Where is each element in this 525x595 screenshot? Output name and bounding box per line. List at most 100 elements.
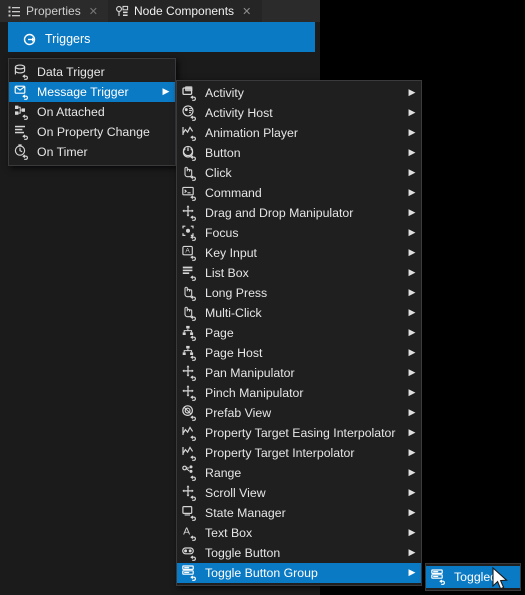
submenu-arrow-icon: ▶	[408, 307, 416, 318]
menu-item-long-press[interactable]: Long Press ▶	[177, 283, 421, 303]
menu-item-activity[interactable]: Activity ▶	[177, 83, 421, 103]
menu-item-on-attached[interactable]: On Attached	[9, 102, 175, 122]
menu-item-label: Pinch Manipulator	[205, 386, 304, 400]
triggers-section-label: Triggers	[45, 32, 91, 46]
close-icon[interactable]: ✕	[89, 6, 98, 17]
menu-item-toggle-button-group[interactable]: Toggle Button Group ▶	[177, 563, 421, 583]
drag-drop-manipulator-icon	[182, 204, 199, 222]
submenu-arrow-icon: ▶	[408, 347, 416, 358]
menu-item-label: Message Trigger	[37, 85, 129, 99]
submenu-arrow-icon: ▶	[408, 207, 416, 218]
submenu-arrow-icon: ▶	[408, 527, 416, 538]
menu-item-click[interactable]: Click ▶	[177, 163, 421, 183]
menu-item-property-target-interpolator[interactable]: Property Target Interpolator ▶	[177, 443, 421, 463]
menu-item-label: Command	[205, 186, 262, 200]
property-target-easing-interpolator-icon	[182, 425, 199, 442]
submenu-arrow-icon: ▶	[408, 487, 416, 498]
tab-properties[interactable]: Properties ✕	[0, 0, 108, 22]
menu-item-state-manager[interactable]: State Manager ▶	[177, 503, 421, 523]
menu-item-label: Long Press	[205, 286, 268, 300]
tab-properties-label: Properties	[26, 4, 81, 18]
submenu-arrow-icon: ▶	[408, 547, 416, 558]
menu-item-text-box[interactable]: A Text Box ▶	[177, 523, 421, 543]
menu-item-label: Text Box	[205, 526, 253, 540]
menu-item-label: Activity Host	[205, 106, 273, 120]
menu-item-range[interactable]: Range ▶	[177, 463, 421, 483]
page-host-icon	[182, 345, 199, 362]
mouse-pointer	[492, 566, 510, 593]
list-icon	[8, 5, 21, 18]
menu-item-label: On Property Change	[37, 125, 150, 139]
page-icon	[182, 325, 199, 342]
activity-icon	[182, 85, 199, 102]
menu-item-animation-player[interactable]: Animation Player ▶	[177, 123, 421, 143]
menu-item-label: Scroll View	[205, 486, 266, 500]
submenu-arrow-icon: ▶	[162, 86, 170, 97]
menu-item-on-timer[interactable]: On Timer	[9, 142, 175, 162]
menu-item-list-box[interactable]: List Box ▶	[177, 263, 421, 283]
focus-icon	[182, 225, 199, 242]
tab-node-components[interactable]: Node Components ✕	[108, 0, 262, 22]
scroll-view-icon	[182, 484, 199, 502]
state-manager-icon	[182, 505, 199, 522]
submenu-arrow-icon: ▶	[408, 107, 416, 118]
submenu-arrow-icon: ▶	[408, 387, 416, 398]
menu-item-on-property-change[interactable]: On Property Change	[9, 122, 175, 142]
submenu-arrow-icon: ▶	[408, 227, 416, 238]
menu-item-page-host[interactable]: Page Host ▶	[177, 343, 421, 363]
menu-item-pinch-manipulator[interactable]: Pinch Manipulator ▶	[177, 383, 421, 403]
menu-item-drag-and-drop-manipulator[interactable]: Drag and Drop Manipulator ▶	[177, 203, 421, 223]
triggers-menu: Data Trigger Message Trigger ▶ On Attache…	[8, 58, 176, 166]
long-press-icon	[182, 285, 199, 302]
submenu-arrow-icon: ▶	[408, 367, 416, 378]
svg-text:A: A	[185, 247, 190, 254]
menu-item-command[interactable]: Command ▶	[177, 183, 421, 203]
menu-item-pan-manipulator[interactable]: Pan Manipulator ▶	[177, 363, 421, 383]
menu-item-label: Key Input	[205, 246, 257, 260]
submenu-arrow-icon: ▶	[408, 567, 416, 578]
menu-item-prefab-view[interactable]: Prefab View ▶	[177, 403, 421, 423]
list-box-icon	[182, 265, 199, 282]
svg-text:A: A	[183, 525, 190, 537]
multi-click-icon	[182, 305, 199, 322]
menu-item-scroll-view[interactable]: Scroll View ▶	[177, 483, 421, 503]
menu-item-focus[interactable]: Focus ▶	[177, 223, 421, 243]
menu-item-toggle-button[interactable]: Toggle Button ▶	[177, 543, 421, 563]
menu-item-message-trigger[interactable]: Message Trigger ▶	[9, 82, 175, 102]
menu-item-button[interactable]: Button ▶	[177, 143, 421, 163]
menu-item-multi-click[interactable]: Multi-Click ▶	[177, 303, 421, 323]
range-icon	[182, 464, 199, 482]
menu-item-label: Property Target Interpolator	[205, 446, 355, 460]
menu-item-property-target-easing-interpolator[interactable]: Property Target Easing Interpolator ▶	[177, 423, 421, 443]
tab-node-components-label: Node Components	[134, 4, 235, 18]
menu-item-data-trigger[interactable]: Data Trigger	[9, 62, 175, 82]
menu-item-label: Button	[205, 146, 241, 160]
submenu-arrow-icon: ▶	[408, 267, 416, 278]
tab-strip: Properties ✕ Node Components ✕	[0, 0, 320, 22]
menu-item-label: Animation Player	[205, 126, 298, 140]
pinch-manipulator-icon	[182, 384, 199, 402]
menu-item-label: On Timer	[37, 145, 88, 159]
menu-item-key-input[interactable]: A Key Input ▶	[177, 243, 421, 263]
node-components-icon	[116, 5, 129, 18]
submenu-arrow-icon: ▶	[408, 327, 416, 338]
on-timer-icon	[14, 143, 31, 161]
menu-item-label: Click	[205, 166, 232, 180]
menu-item-label: State Manager	[205, 506, 286, 520]
close-icon[interactable]: ✕	[242, 6, 251, 17]
menu-item-label: Toggle Button	[205, 546, 281, 560]
prefab-view-icon	[182, 404, 199, 422]
triggers-section-header[interactable]: Triggers	[8, 26, 315, 52]
submenu-arrow-icon: ▶	[408, 287, 416, 298]
menu-item-activity-host[interactable]: Activity Host ▶	[177, 103, 421, 123]
submenu-arrow-icon: ▶	[408, 427, 416, 438]
menu-item-label: Pan Manipulator	[205, 366, 295, 380]
pan-manipulator-icon	[182, 364, 199, 382]
submenu-arrow-icon: ▶	[408, 447, 416, 458]
toggled-icon	[431, 568, 448, 586]
message-trigger-icon	[14, 84, 31, 101]
click-icon	[182, 165, 199, 182]
submenu-arrow-icon: ▶	[408, 407, 416, 418]
menu-item-page[interactable]: Page ▶	[177, 323, 421, 343]
menu-item-label: Toggle Button Group	[205, 566, 318, 580]
